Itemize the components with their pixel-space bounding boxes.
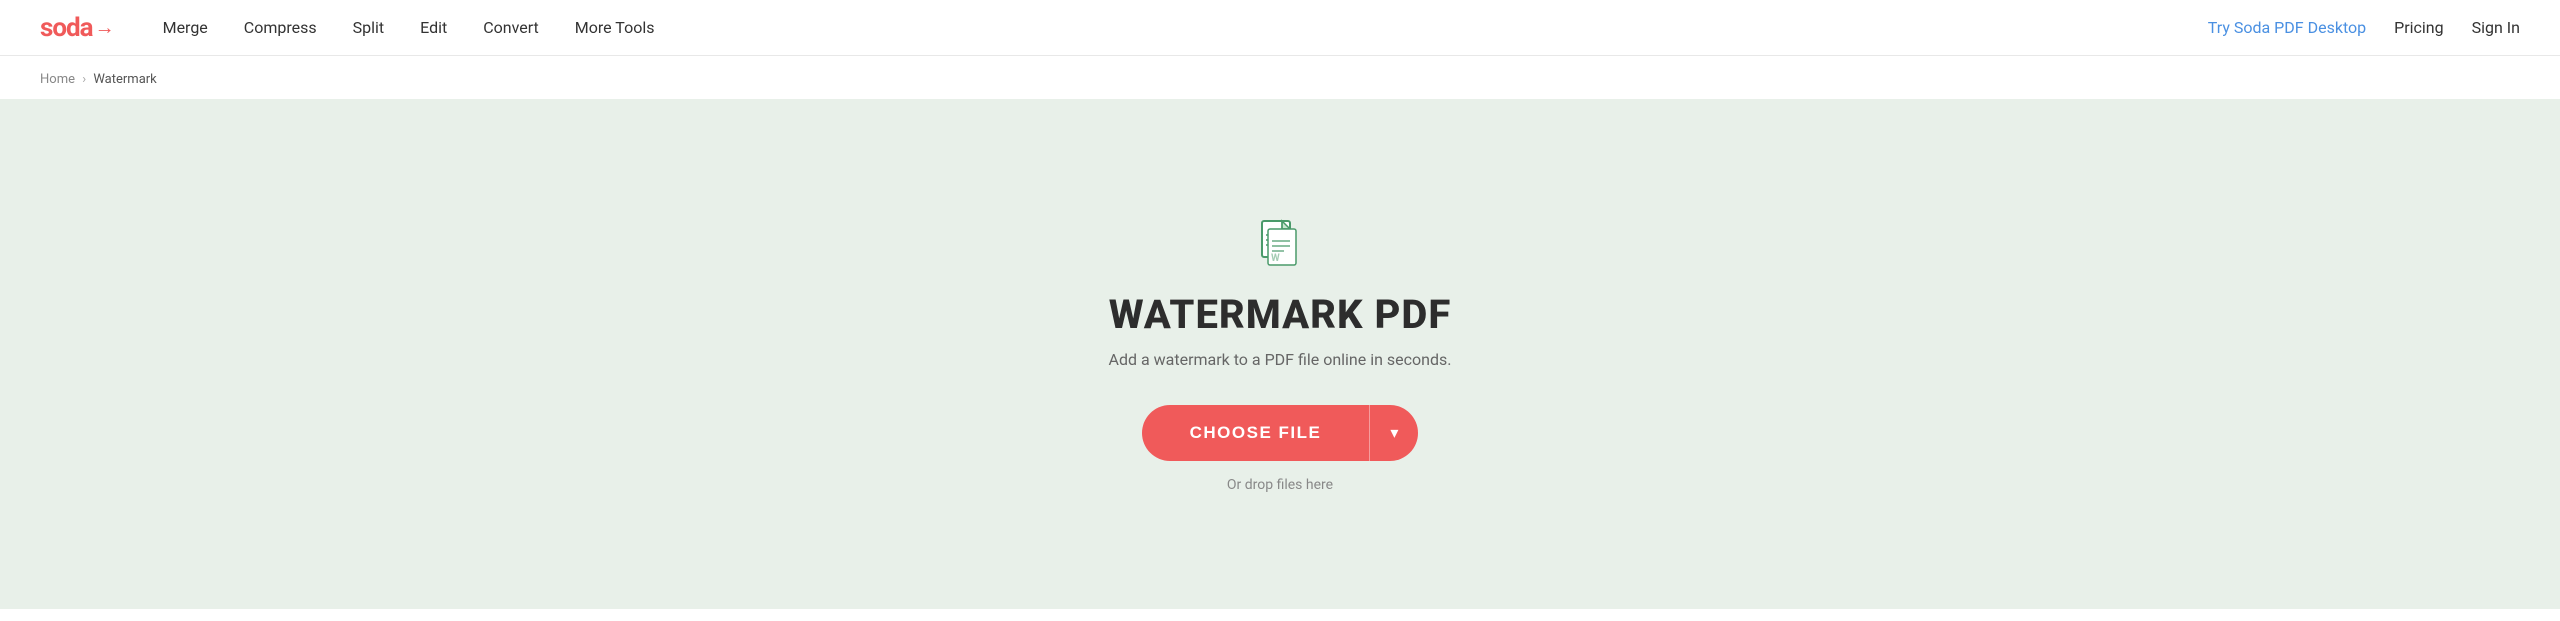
logo-text: soda [40,13,93,43]
subtitle: Add a watermark to a PDF file online in … [1109,350,1452,369]
nav-item-convert[interactable]: Convert [483,18,539,37]
main-content: W WATERMARK PDF Add a watermark to a PDF… [0,99,2560,609]
breadcrumb-current: Watermark [93,72,156,87]
nav-item-split[interactable]: Split [353,18,385,37]
header: soda → Merge Compress Split Edit Convert… [0,0,2560,56]
breadcrumb: Home › Watermark [40,72,157,87]
main-nav: Merge Compress Split Edit Convert More T… [163,18,2208,37]
choose-file-dropdown-button[interactable]: ▾ [1369,405,1418,461]
watermark-pdf-icon: W [1252,215,1308,271]
header-right: Try Soda PDF Desktop Pricing Sign In [2208,18,2520,37]
pdf-icon-wrapper: W [1252,215,1308,275]
nav-item-more-tools[interactable]: More Tools [575,18,655,37]
svg-text:W: W [1271,253,1280,264]
dropdown-chevron-icon: ▾ [1390,423,1398,443]
pricing-link[interactable]: Pricing [2394,18,2444,37]
drop-hint: Or drop files here [1227,477,1333,493]
nav-item-merge[interactable]: Merge [163,18,208,37]
breadcrumb-separator: › [82,72,86,87]
center-box: W WATERMARK PDF Add a watermark to a PDF… [1109,215,1452,493]
logo-arrow: → [95,15,115,40]
choose-file-button[interactable]: CHOOSE FILE [1142,405,1370,461]
choose-file-container: CHOOSE FILE ▾ [1142,405,1419,461]
nav-item-compress[interactable]: Compress [244,18,317,37]
page-title: WATERMARK PDF [1109,291,1452,338]
nav-item-edit[interactable]: Edit [420,18,447,37]
breadcrumb-bar: Home › Watermark [0,56,2560,99]
try-desktop-link[interactable]: Try Soda PDF Desktop [2208,18,2366,37]
breadcrumb-home[interactable]: Home [40,72,75,87]
logo[interactable]: soda → [40,13,115,43]
signin-link[interactable]: Sign In [2472,18,2520,37]
